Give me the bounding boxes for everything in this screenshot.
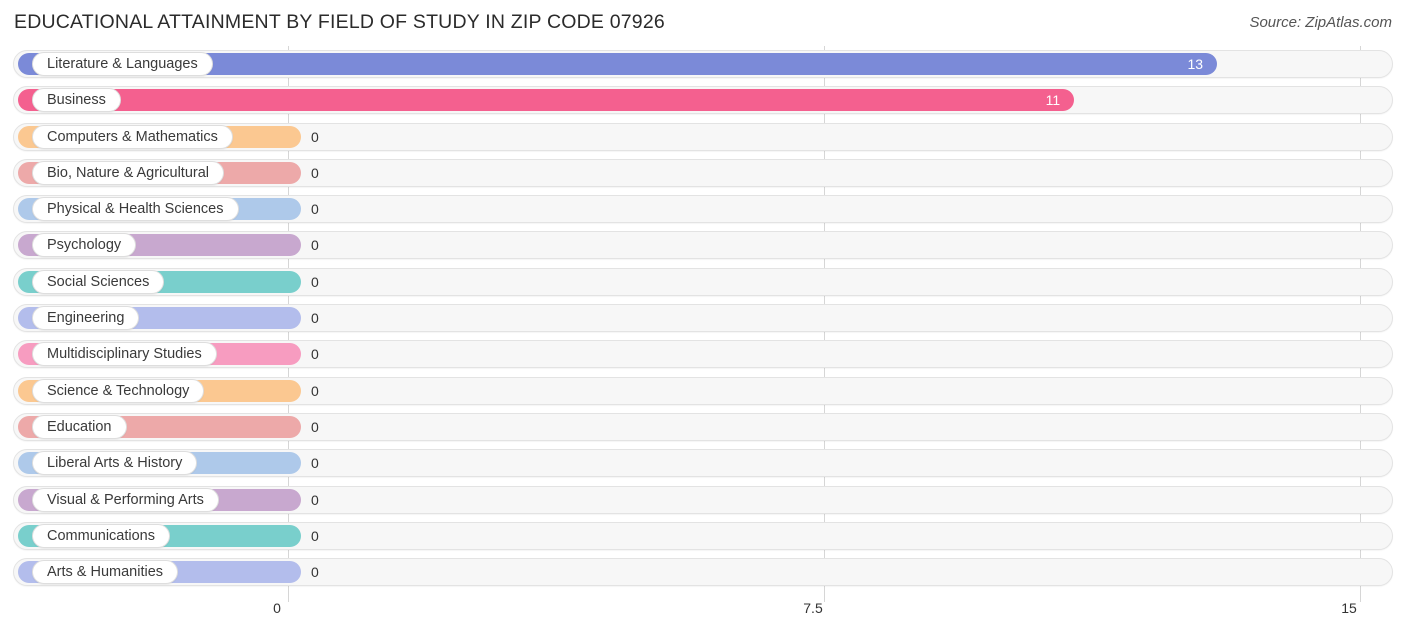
bar-value: 0 (311, 273, 319, 290)
x-tick-label: 7.5 (803, 600, 823, 616)
bar-label: Physical & Health Sciences (32, 197, 239, 222)
bar-label: Psychology (32, 233, 137, 258)
bar-value: 13 (1187, 56, 1204, 72)
bar-row[interactable]: Liberal Arts & History 0 (0, 445, 1406, 481)
bar-value: 0 (311, 491, 319, 508)
bar-label: Communications (32, 523, 170, 548)
bar-label: Education (32, 414, 127, 439)
bar-row[interactable]: Science & Technology 0 (0, 373, 1406, 409)
bar-label: Social Sciences (32, 269, 165, 294)
bar-value: 11 (1045, 92, 1061, 109)
bar-row[interactable]: Computers & Mathematics 0 (0, 119, 1406, 155)
bar-row[interactable]: Physical & Health Sciences 0 (0, 191, 1406, 227)
bar-value: 0 (311, 418, 319, 435)
bar-row[interactable]: Arts & Humanities 0 (0, 554, 1406, 590)
bar-row[interactable]: Psychology 0 (0, 227, 1406, 263)
x-tick-label: 0 (273, 600, 281, 616)
bar-label: Engineering (32, 306, 140, 331)
bar-row[interactable]: Education 0 (0, 409, 1406, 445)
bar-row[interactable]: Bio, Nature & Agricultural 0 (0, 155, 1406, 191)
bar-label: Literature & Languages (32, 52, 213, 76)
bar-row[interactable]: Social Sciences 0 (0, 264, 1406, 300)
bar-row[interactable]: Communications 0 (0, 518, 1406, 554)
bar-row[interactable]: Multidisciplinary Studies 0 (0, 336, 1406, 372)
bar-label: Liberal Arts & History (32, 451, 198, 476)
bar-row[interactable]: Visual & Performing Arts 0 (0, 482, 1406, 518)
bar-label: Science & Technology (32, 378, 205, 403)
bar-row[interactable]: Engineering 0 (0, 300, 1406, 336)
bar-value: 0 (311, 201, 319, 218)
bar-label: Business (32, 88, 121, 113)
bar-row[interactable]: Literature & Languages 13 (0, 46, 1406, 82)
bar-value: 0 (311, 382, 319, 399)
bar-business[interactable] (18, 89, 1075, 112)
bar-label: Multidisciplinary Studies (32, 342, 217, 367)
bar-value: 0 (311, 164, 319, 181)
source-attribution: Source: ZipAtlas.com (1249, 14, 1392, 31)
page-title: EDUCATIONAL ATTAINMENT BY FIELD OF STUDY… (14, 11, 665, 33)
bar-value: 0 (311, 237, 319, 254)
x-tick-label: 15 (1341, 600, 1357, 616)
bar-rows: Literature & Languages 13 Business 11 Comput… (0, 46, 1406, 590)
bar-label: Visual & Performing Arts (32, 487, 219, 512)
bar-label: Computers & Mathematics (32, 124, 233, 149)
chart-header: EDUCATIONAL ATTAINMENT BY FIELD OF STUDY… (0, 0, 1406, 46)
bar-value: 0 (311, 455, 319, 472)
bar-value: 0 (311, 310, 319, 327)
bar-value: 0 (311, 346, 319, 363)
plot-area: Literature & Languages 13 Business 11 Comput… (0, 46, 1406, 602)
bar-label: Bio, Nature & Agricultural (32, 160, 224, 185)
chart-page: EDUCATIONAL ATTAINMENT BY FIELD OF STUDY… (0, 0, 1406, 632)
bar-value: 0 (311, 527, 319, 544)
bar-value: 0 (311, 128, 319, 145)
bar-row[interactable]: Business 11 (0, 82, 1406, 118)
bar-label: Arts & Humanities (32, 560, 179, 585)
bar-value: 0 (311, 564, 319, 581)
x-axis: 0 7.5 15 (0, 596, 1406, 632)
